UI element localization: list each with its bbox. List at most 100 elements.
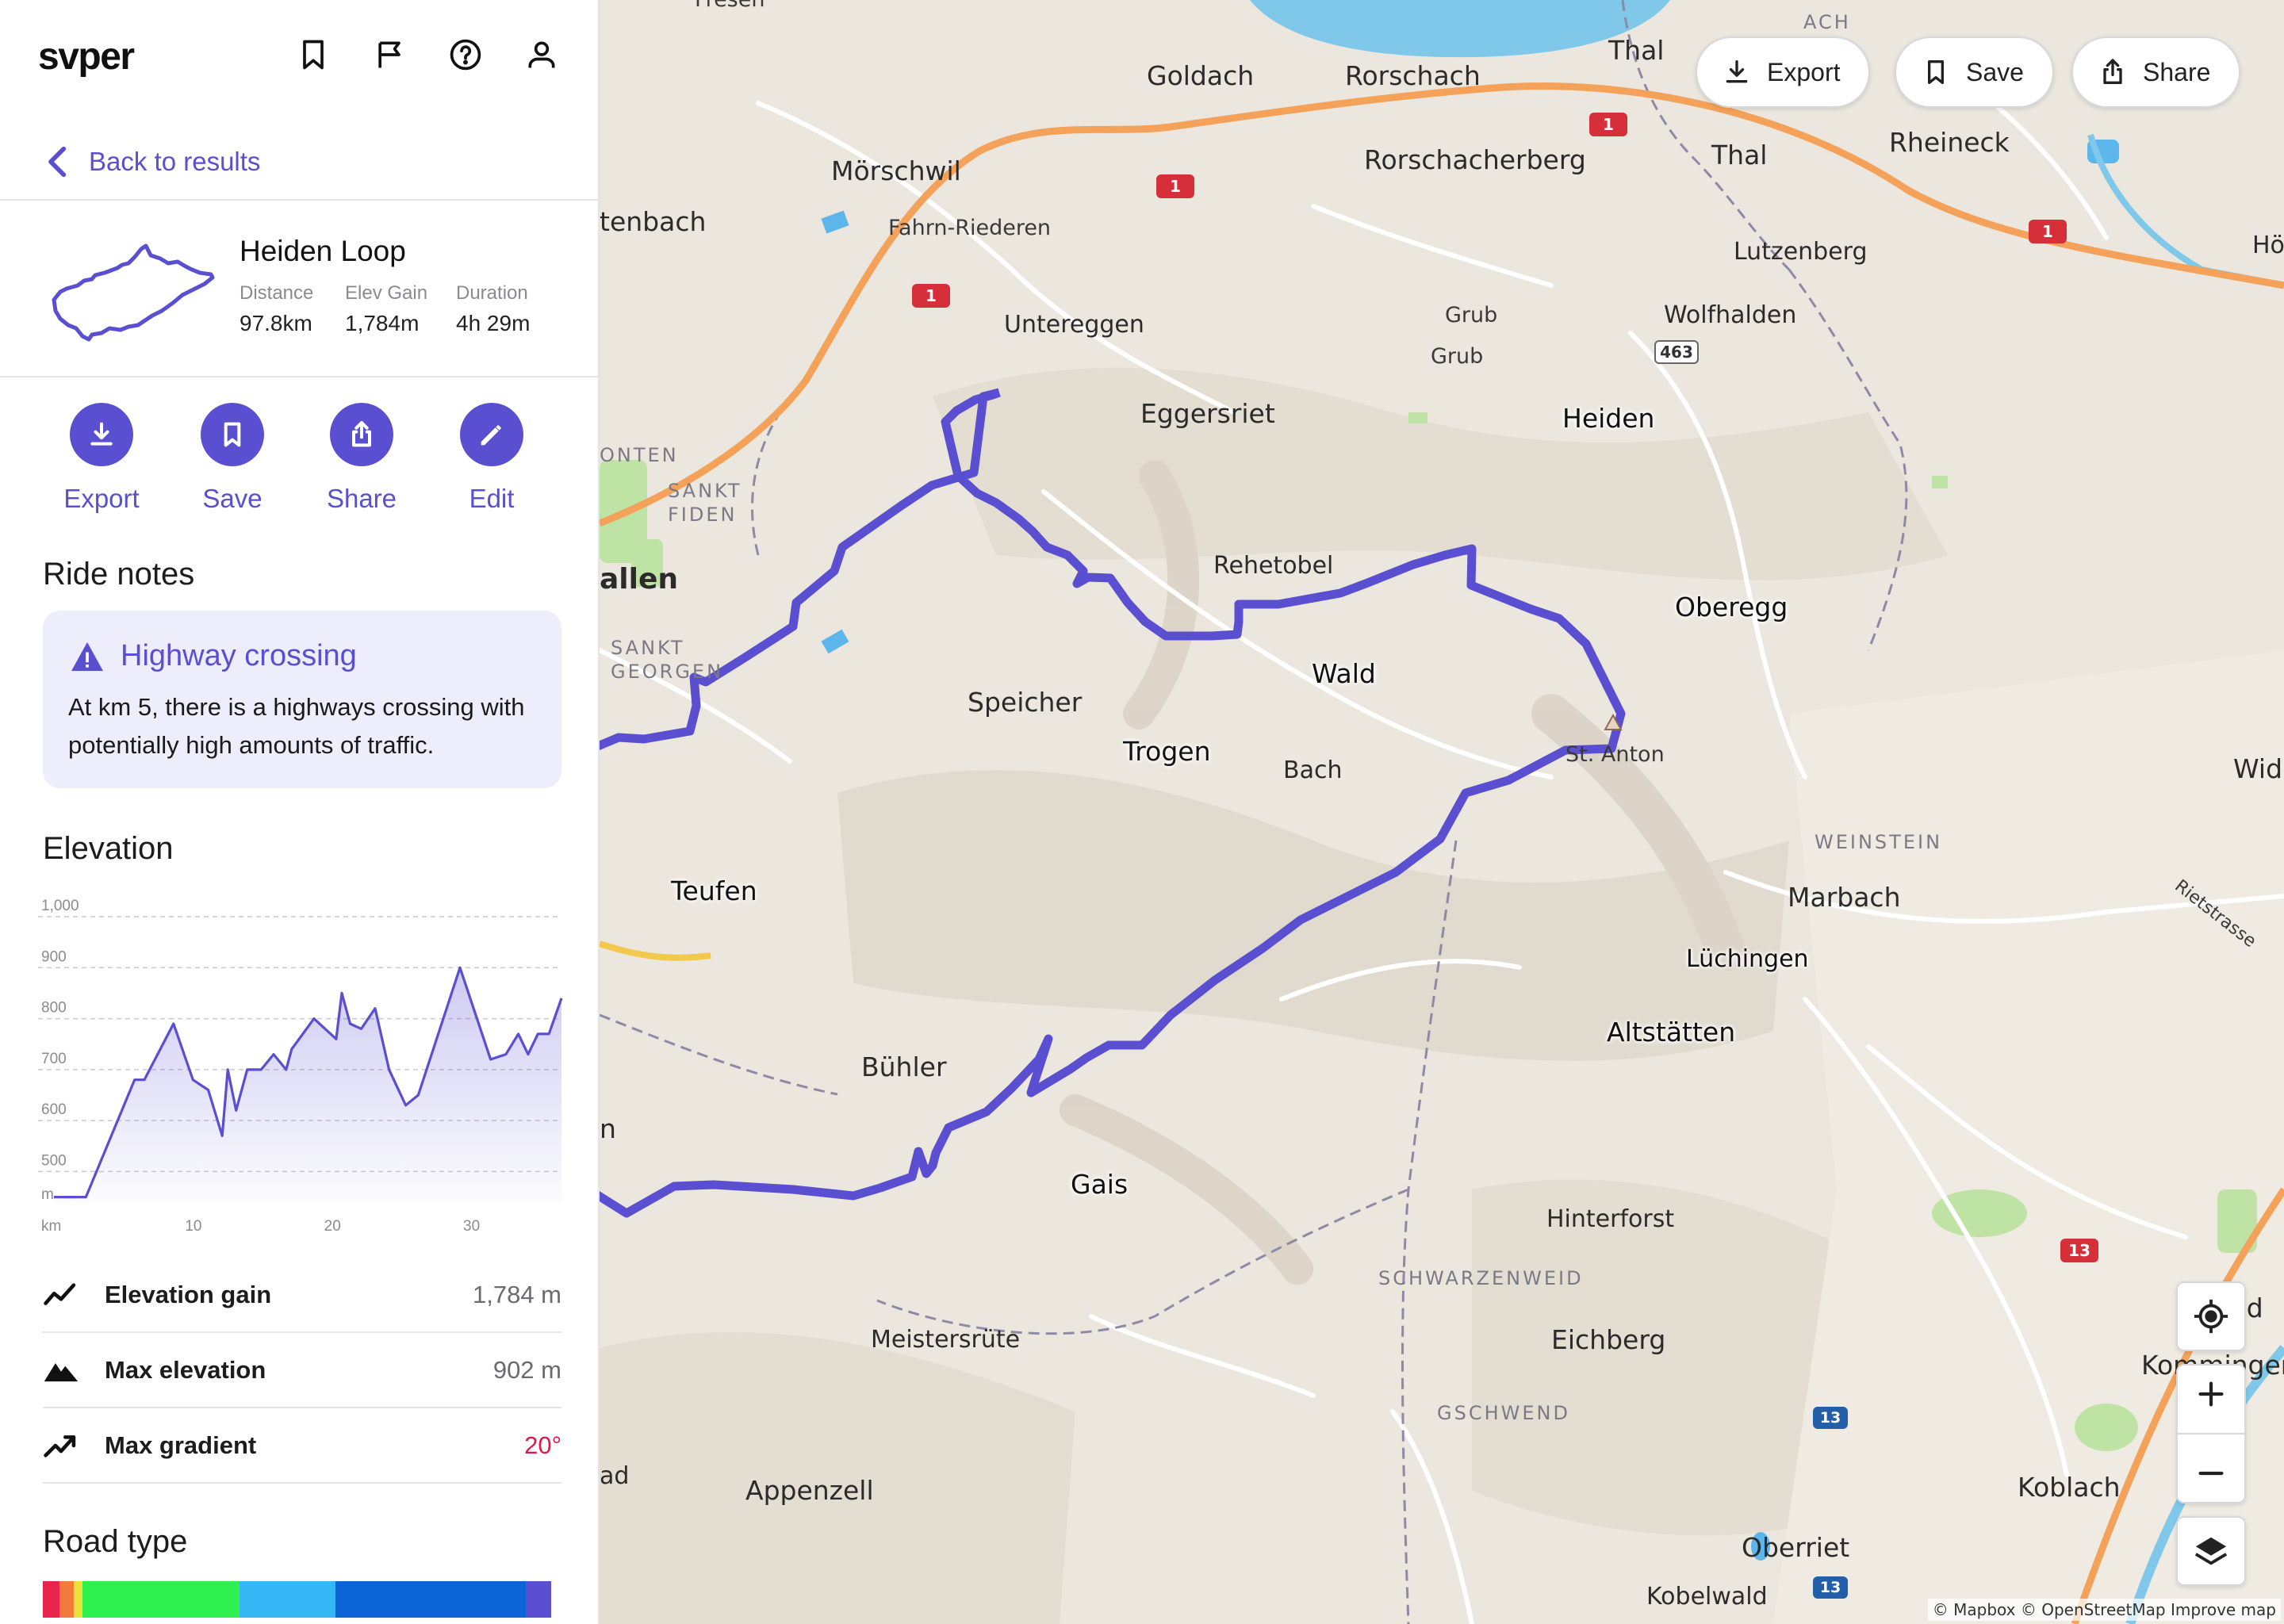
place-label: ad [600,1462,630,1490]
download-icon [1726,60,1748,83]
save-label: Save [202,484,263,513]
help-icon[interactable] [448,37,483,72]
road-type-segment [43,1581,59,1618]
share-button[interactable]: Share [306,403,417,514]
route-thumbnail [52,243,215,342]
place-label: Eichberg [1551,1324,1666,1355]
place-label: Bach [1283,756,1343,784]
place-label: SANKT GEORGEN [611,637,724,683]
action-bar: Export Save Share Edit [0,403,598,522]
locate-button[interactable] [2176,1281,2246,1351]
stat-value: 4h 29m [456,311,531,335]
map-attribution[interactable]: © Mapbox © OpenStreetMap Improve map [1927,1599,2281,1621]
zoom-out-icon[interactable] [2193,1455,2229,1492]
y-tick-label: 1,000 [41,899,79,914]
elevation-chart-svg: 1,000 900 800 700 600 500 m km 10 20 30 [38,898,563,1235]
ride-note-card: Highway crossing At km 5, there is a hig… [43,611,561,788]
account-icon[interactable] [524,37,559,72]
place-label: GSCHWEND [1437,1402,1570,1424]
zoom-in-icon[interactable] [2193,1376,2229,1412]
note-title: Highway crossing [70,639,357,673]
stat-value: 902 m [492,1355,561,1384]
map-save-button[interactable]: Save [1895,36,2054,108]
place-label: Gais [1071,1169,1129,1200]
place-label: Rorschach [1345,60,1481,91]
place-label: Lüchingen [1686,945,1809,973]
stat-distance: Distance 97.8km [240,282,313,336]
y-tick-label: 900 [41,948,67,965]
share-icon [2103,59,2122,85]
road-shield-13: 13 [1813,1576,1848,1599]
stat-name: Elevation gain [105,1280,272,1308]
app-logo[interactable]: svper [38,35,135,79]
bookmark-icon[interactable] [296,37,331,72]
note-text: At km 5, there is a highways crossing wi… [68,693,525,759]
bookmark-icon [224,422,241,447]
place-label: Eggersriet [1140,398,1275,429]
back-label: Back to results [89,147,261,176]
route-name: Heiden Loop [240,235,406,267]
zoom-controls [2176,1364,2246,1503]
stat-value: 20° [524,1431,561,1459]
road-type-title: Road type [43,1524,188,1559]
x-tick-label: 30 [463,1218,480,1235]
pencil-icon [481,425,501,446]
map-share-button[interactable]: Share [2071,36,2241,108]
stat-name: Max elevation [105,1355,266,1384]
export-label: Export [63,484,140,513]
share-icon [352,421,371,447]
road-shield-a1: 1 [2029,220,2067,243]
crosshair-icon [2194,1299,2228,1334]
place-label: Speicher [968,687,1083,718]
map-share-label: Share [2143,57,2211,86]
road-type-segment [74,1581,82,1618]
download-icon [90,422,113,446]
place-label: Grub [1445,303,1498,327]
map-export-label: Export [1767,57,1841,86]
road-type-bar [43,1581,561,1618]
x-tick-label: 10 [185,1218,201,1235]
place-label: Grub [1431,344,1484,369]
stat-name: Max gradient [105,1431,257,1459]
place-label: WEINSTEIN [1815,831,1943,853]
place-label: ONTEN [600,444,679,466]
y-unit-label: m [41,1186,54,1203]
layers-button[interactable] [2176,1516,2246,1586]
place-label: Teufen [671,875,757,906]
place-label: SCHWARZENWEID [1378,1267,1584,1289]
trend-up-icon [43,1279,79,1311]
place-label: tenbach [600,206,707,237]
edit-label: Edit [469,484,515,513]
stat-value: 1,784m [345,311,420,335]
road-shield-a1: 1 [1156,174,1194,198]
divider [0,376,598,377]
map-view[interactable]: 1 1 1 1 463 13 13 13 Fresen ACH Goldach … [600,0,2284,1624]
warning-icon [71,642,103,671]
stat-duration: Duration 4h 29m [456,282,530,336]
stat-label: Distance [240,282,314,304]
bookmark-icon [1928,60,1944,85]
export-button[interactable]: Export [46,403,157,514]
divider [0,199,598,201]
back-to-results-link[interactable]: Back to results [44,143,260,181]
place-label: Heiden [1562,403,1655,434]
edit-button[interactable]: Edit [436,403,547,514]
place-label: Trogen [1123,736,1211,767]
stat-value: 97.8km [240,311,312,335]
save-button[interactable]: Save [177,403,288,514]
peak-icon [1604,714,1623,730]
place-label: Rehetobel [1213,552,1334,580]
flag-icon[interactable] [373,37,408,72]
map-canvas [600,0,2284,1624]
map-export-button[interactable]: Export [1696,36,1871,108]
place-label: Rorschacherberg [1364,144,1586,175]
place-label: Wald [1312,658,1376,689]
place-label: Wolfhalden [1664,301,1797,329]
top-bar: svper [0,0,598,116]
place-label: Oberegg [1675,592,1788,622]
road-shield-a1: 1 [912,284,950,308]
road-type-segment [59,1581,75,1618]
road-shield-13: 13 [1813,1407,1848,1429]
stat-value: 1,784 m [472,1280,561,1308]
place-label: St. Anton [1565,742,1665,767]
